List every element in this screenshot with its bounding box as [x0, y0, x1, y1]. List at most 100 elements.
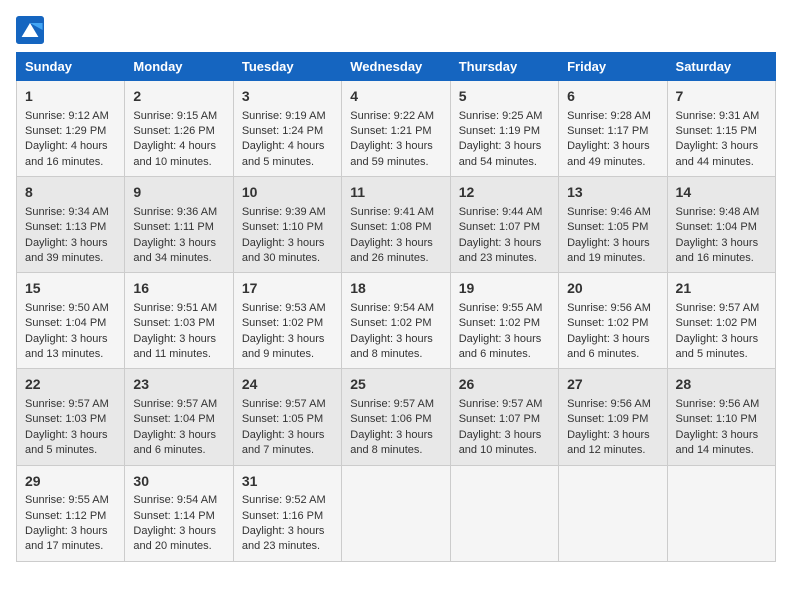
sunrise-text: Sunrise: 9:41 AM — [350, 206, 434, 218]
calendar-cell: 17Sunrise: 9:53 AMSunset: 1:02 PMDayligh… — [233, 273, 341, 369]
sunset-text: Sunset: 1:02 PM — [459, 317, 540, 329]
daylight-text: Daylight: 3 hours and 19 minutes. — [567, 237, 650, 264]
calendar-cell — [450, 465, 558, 561]
day-number: 2 — [133, 87, 224, 107]
calendar-cell: 28Sunrise: 9:56 AMSunset: 1:10 PMDayligh… — [667, 369, 775, 465]
logo-icon — [16, 16, 44, 44]
sunset-text: Sunset: 1:02 PM — [567, 317, 648, 329]
sunrise-text: Sunrise: 9:34 AM — [25, 206, 109, 218]
day-number: 30 — [133, 472, 224, 492]
sunset-text: Sunset: 1:03 PM — [25, 413, 106, 425]
sunrise-text: Sunrise: 9:57 AM — [459, 398, 543, 410]
sunset-text: Sunset: 1:05 PM — [242, 413, 323, 425]
daylight-text: Daylight: 3 hours and 5 minutes. — [25, 429, 108, 456]
sunset-text: Sunset: 1:14 PM — [133, 510, 214, 522]
day-number: 14 — [676, 183, 767, 203]
day-number: 25 — [350, 375, 441, 395]
daylight-text: Daylight: 4 hours and 16 minutes. — [25, 140, 108, 167]
calendar-cell: 26Sunrise: 9:57 AMSunset: 1:07 PMDayligh… — [450, 369, 558, 465]
day-number: 28 — [676, 375, 767, 395]
sunrise-text: Sunrise: 9:12 AM — [25, 110, 109, 122]
column-header-wednesday: Wednesday — [342, 53, 450, 81]
sunrise-text: Sunrise: 9:39 AM — [242, 206, 326, 218]
daylight-text: Daylight: 3 hours and 44 minutes. — [676, 140, 759, 167]
sunrise-text: Sunrise: 9:28 AM — [567, 110, 651, 122]
sunrise-text: Sunrise: 9:46 AM — [567, 206, 651, 218]
sunrise-text: Sunrise: 9:55 AM — [25, 494, 109, 506]
daylight-text: Daylight: 3 hours and 8 minutes. — [350, 429, 433, 456]
day-number: 17 — [242, 279, 333, 299]
day-number: 15 — [25, 279, 116, 299]
day-number: 7 — [676, 87, 767, 107]
daylight-text: Daylight: 3 hours and 13 minutes. — [25, 333, 108, 360]
daylight-text: Daylight: 3 hours and 23 minutes. — [242, 525, 325, 552]
calendar-cell: 13Sunrise: 9:46 AMSunset: 1:05 PMDayligh… — [559, 177, 667, 273]
sunset-text: Sunset: 1:19 PM — [459, 125, 540, 137]
day-number: 4 — [350, 87, 441, 107]
calendar-cell: 23Sunrise: 9:57 AMSunset: 1:04 PMDayligh… — [125, 369, 233, 465]
logo — [16, 16, 46, 44]
sunrise-text: Sunrise: 9:55 AM — [459, 302, 543, 314]
sunset-text: Sunset: 1:09 PM — [567, 413, 648, 425]
calendar-cell — [342, 465, 450, 561]
page-header — [16, 16, 776, 44]
sunset-text: Sunset: 1:04 PM — [25, 317, 106, 329]
calendar-cell: 7Sunrise: 9:31 AMSunset: 1:15 PMDaylight… — [667, 81, 775, 177]
day-number: 18 — [350, 279, 441, 299]
day-number: 21 — [676, 279, 767, 299]
calendar-cell: 3Sunrise: 9:19 AMSunset: 1:24 PMDaylight… — [233, 81, 341, 177]
calendar-cell: 25Sunrise: 9:57 AMSunset: 1:06 PMDayligh… — [342, 369, 450, 465]
calendar-cell: 10 Sunrise: 9:39 AM Sunset: 1:10 PM Dayligh… — [233, 177, 341, 273]
calendar-cell: 16Sunrise: 9:51 AMSunset: 1:03 PMDayligh… — [125, 273, 233, 369]
daylight-text: Daylight: 3 hours and 6 minutes. — [459, 333, 542, 360]
calendar-cell — [667, 465, 775, 561]
day-number: 1 — [25, 87, 116, 107]
sunrise-text: Sunrise: 9:19 AM — [242, 110, 326, 122]
day-number: 10 — [242, 183, 333, 203]
sunset-text: Sunset: 1:10 PM — [242, 221, 323, 233]
sunset-text: Sunset: 1:17 PM — [567, 125, 648, 137]
daylight-text: Daylight: 3 hours and 11 minutes. — [133, 333, 216, 360]
daylight-text: Daylight: 3 hours and 17 minutes. — [25, 525, 108, 552]
daylight-text: Daylight: 3 hours and 8 minutes. — [350, 333, 433, 360]
daylight-text: Daylight: 3 hours and 10 minutes. — [459, 429, 542, 456]
day-number: 13 — [567, 183, 658, 203]
calendar-week-row: 8Sunrise: 9:34 AMSunset: 1:13 PMDaylight… — [17, 177, 776, 273]
calendar-cell: 5Sunrise: 9:25 AMSunset: 1:19 PMDaylight… — [450, 81, 558, 177]
calendar-header-row: SundayMondayTuesdayWednesdayThursdayFrid… — [17, 53, 776, 81]
daylight-text: Daylight: 3 hours and 30 minutes. — [242, 237, 325, 264]
sunset-text: Sunset: 1:02 PM — [676, 317, 757, 329]
calendar-cell: 4 Sunrise: 9:22 AM Sunset: 1:21 PM Daylight… — [342, 81, 450, 177]
calendar-cell: 14Sunrise: 9:48 AMSunset: 1:04 PMDayligh… — [667, 177, 775, 273]
calendar-cell: 24Sunrise: 9:57 AMSunset: 1:05 PMDayligh… — [233, 369, 341, 465]
sunset-text: Sunset: 1:11 PM — [133, 221, 214, 233]
day-number: 6 — [567, 87, 658, 107]
sunset-text: Sunset: 1:26 PM — [133, 125, 214, 137]
sunrise-text: Sunrise: 9:36 AM — [133, 206, 217, 218]
day-number: 3 — [242, 87, 333, 107]
daylight-text: Daylight: 3 hours and 49 minutes. — [567, 140, 650, 167]
calendar-cell: 6 Sunrise: 9:28 AM Sunset: 1:17 PM Daylight… — [559, 81, 667, 177]
day-number: 8 — [25, 183, 116, 203]
daylight-text: Daylight: 3 hours and 6 minutes. — [133, 429, 216, 456]
sunrise-text: Sunrise: 9:57 AM — [242, 398, 326, 410]
daylight-text: Daylight: 3 hours and 59 minutes. — [350, 140, 433, 167]
daylight-text: Daylight: 3 hours and 12 minutes. — [567, 429, 650, 456]
sunrise-text: Sunrise: 9:54 AM — [133, 494, 217, 506]
calendar-cell: 11Sunrise: 9:41 AMSunset: 1:08 PMDayligh… — [342, 177, 450, 273]
calendar-cell: 20Sunrise: 9:56 AMSunset: 1:02 PMDayligh… — [559, 273, 667, 369]
sunset-text: Sunset: 1:03 PM — [133, 317, 214, 329]
daylight-text: Daylight: 3 hours and 6 minutes. — [567, 333, 650, 360]
sunrise-text: Sunrise: 9:51 AM — [133, 302, 217, 314]
daylight-text: Daylight: 4 hours and 5 minutes. — [242, 140, 325, 167]
daylight-text: Daylight: 3 hours and 16 minutes. — [676, 237, 759, 264]
sunrise-text: Sunrise: 9:22 AM — [350, 110, 434, 122]
sunset-text: Sunset: 1:02 PM — [242, 317, 323, 329]
day-number: 9 — [133, 183, 224, 203]
daylight-text: Daylight: 3 hours and 20 minutes. — [133, 525, 216, 552]
calendar-cell: 2Sunrise: 9:15 AMSunset: 1:26 PMDaylight… — [125, 81, 233, 177]
sunset-text: Sunset: 1:21 PM — [350, 125, 431, 137]
calendar-cell: 29Sunrise: 9:55 AMSunset: 1:12 PMDayligh… — [17, 465, 125, 561]
day-number: 23 — [133, 375, 224, 395]
sunset-text: Sunset: 1:15 PM — [676, 125, 757, 137]
